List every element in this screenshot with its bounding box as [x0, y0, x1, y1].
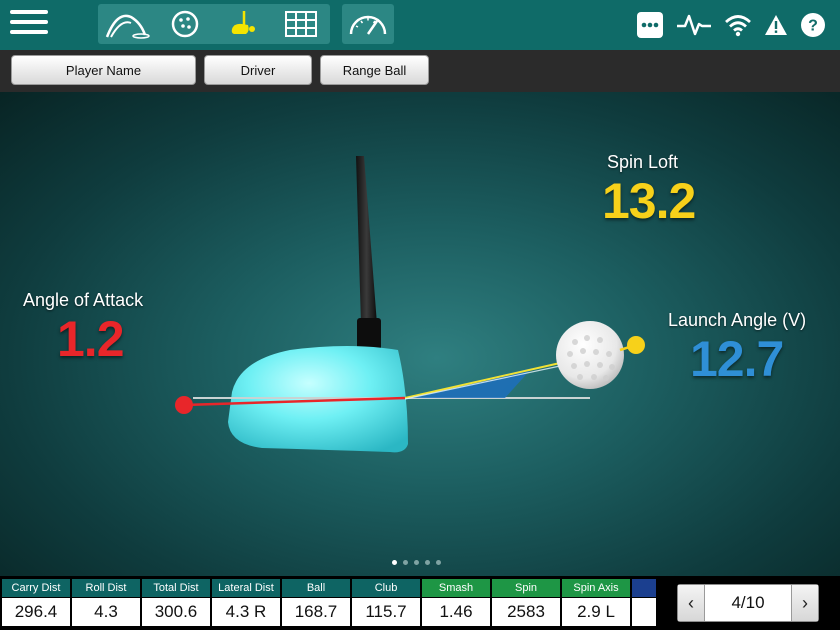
- player-name-button[interactable]: Player Name: [11, 55, 196, 85]
- activity-pulse-icon[interactable]: [676, 13, 712, 37]
- data-cell-value: 2.9 L: [562, 598, 630, 626]
- ball-flight-icon[interactable]: [98, 4, 156, 44]
- dispersion-target-icon[interactable]: [156, 4, 214, 44]
- data-cell[interactable]: Carry Dist 296.4: [2, 579, 70, 627]
- spin-loft-value: 13.2: [602, 173, 696, 229]
- data-cell-header: V L: [632, 579, 656, 597]
- data-cell[interactable]: V L1: [632, 579, 656, 627]
- page-dot[interactable]: [392, 560, 397, 565]
- ball-type-button[interactable]: Range Ball: [320, 55, 429, 85]
- data-cell[interactable]: Spin 2583: [492, 579, 560, 627]
- shot-data-table: Carry Dist 296.4 Roll Dist 4.3 Total Dist 300…: [2, 579, 656, 627]
- club-impact-icon[interactable]: [214, 4, 272, 44]
- data-cell-value: 1: [632, 598, 656, 626]
- wifi-icon[interactable]: [724, 13, 752, 37]
- data-cell[interactable]: Total Dist 300.6: [142, 579, 210, 627]
- data-cell-header: Roll Dist: [72, 579, 140, 597]
- club-hosel: [357, 318, 381, 350]
- data-cell-value: 4.3 R: [212, 598, 280, 626]
- page-indicator[interactable]: [392, 560, 441, 565]
- impact-view: Spin Loft 13.2 Angle of Attack 1.2 Launc…: [0, 92, 840, 576]
- page-dot[interactable]: [436, 560, 441, 565]
- data-cell-value: 2583: [492, 598, 560, 626]
- launch-angle-value: 12.7: [690, 331, 784, 387]
- attack-angle-marker: [175, 396, 193, 414]
- page-dot[interactable]: [403, 560, 408, 565]
- angle-of-attack-value: 1.2: [57, 311, 125, 367]
- page-dot[interactable]: [425, 560, 430, 565]
- view-mode-group: [98, 4, 330, 44]
- speedometer-icon[interactable]: [342, 4, 394, 44]
- help-icon[interactable]: ?: [800, 12, 826, 38]
- shot-navigator: ‹ 4/10 ›: [677, 584, 819, 622]
- next-shot-button[interactable]: ›: [792, 585, 818, 621]
- spin-loft-label: Spin Loft: [607, 152, 679, 172]
- data-cell-value: 1.46: [422, 598, 490, 626]
- warning-icon[interactable]: [764, 13, 788, 37]
- data-cell-value: 296.4: [2, 598, 70, 626]
- data-cell[interactable]: Smash 1.46: [422, 579, 490, 627]
- data-cell-header: Spin: [492, 579, 560, 597]
- data-cell-value: 300.6: [142, 598, 210, 626]
- data-cell-header: Spin Axis: [562, 579, 630, 597]
- data-cell-header: Ball: [282, 579, 350, 597]
- data-cell-header: Lateral Dist: [212, 579, 280, 597]
- data-cell[interactable]: Ball 168.7: [282, 579, 350, 627]
- data-cell-header: Smash: [422, 579, 490, 597]
- table-grid-icon[interactable]: [272, 4, 330, 44]
- data-cell-value: 115.7: [352, 598, 420, 626]
- hamburger-menu-icon[interactable]: [10, 10, 48, 38]
- angle-of-attack-label: Angle of Attack: [23, 290, 144, 310]
- data-cell[interactable]: Club 115.7: [352, 579, 420, 627]
- top-toolbar: ?: [0, 0, 840, 50]
- club-select-button[interactable]: Driver: [204, 55, 312, 85]
- page-dot[interactable]: [414, 560, 419, 565]
- data-cell-value: 4.3: [72, 598, 140, 626]
- more-options-icon[interactable]: [636, 11, 664, 39]
- session-bar: Player Name Driver Range Ball: [0, 50, 840, 92]
- data-cell-value: 168.7: [282, 598, 350, 626]
- shot-counter: 4/10: [704, 585, 792, 621]
- data-cell[interactable]: Roll Dist 4.3: [72, 579, 140, 627]
- previous-shot-button[interactable]: ‹: [678, 585, 704, 621]
- spin-loft-marker: [627, 336, 645, 354]
- data-cell-header: Carry Dist: [2, 579, 70, 597]
- data-cell-header: Total Dist: [142, 579, 210, 597]
- data-cell[interactable]: Lateral Dist 4.3 R: [212, 579, 280, 627]
- golf-ball: [556, 321, 624, 389]
- data-cell-header: Club: [352, 579, 420, 597]
- svg-text:?: ?: [808, 18, 818, 35]
- data-cell[interactable]: Spin Axis 2.9 L: [562, 579, 630, 627]
- launch-angle-label: Launch Angle (V): [668, 310, 807, 330]
- club-shaft: [356, 156, 377, 324]
